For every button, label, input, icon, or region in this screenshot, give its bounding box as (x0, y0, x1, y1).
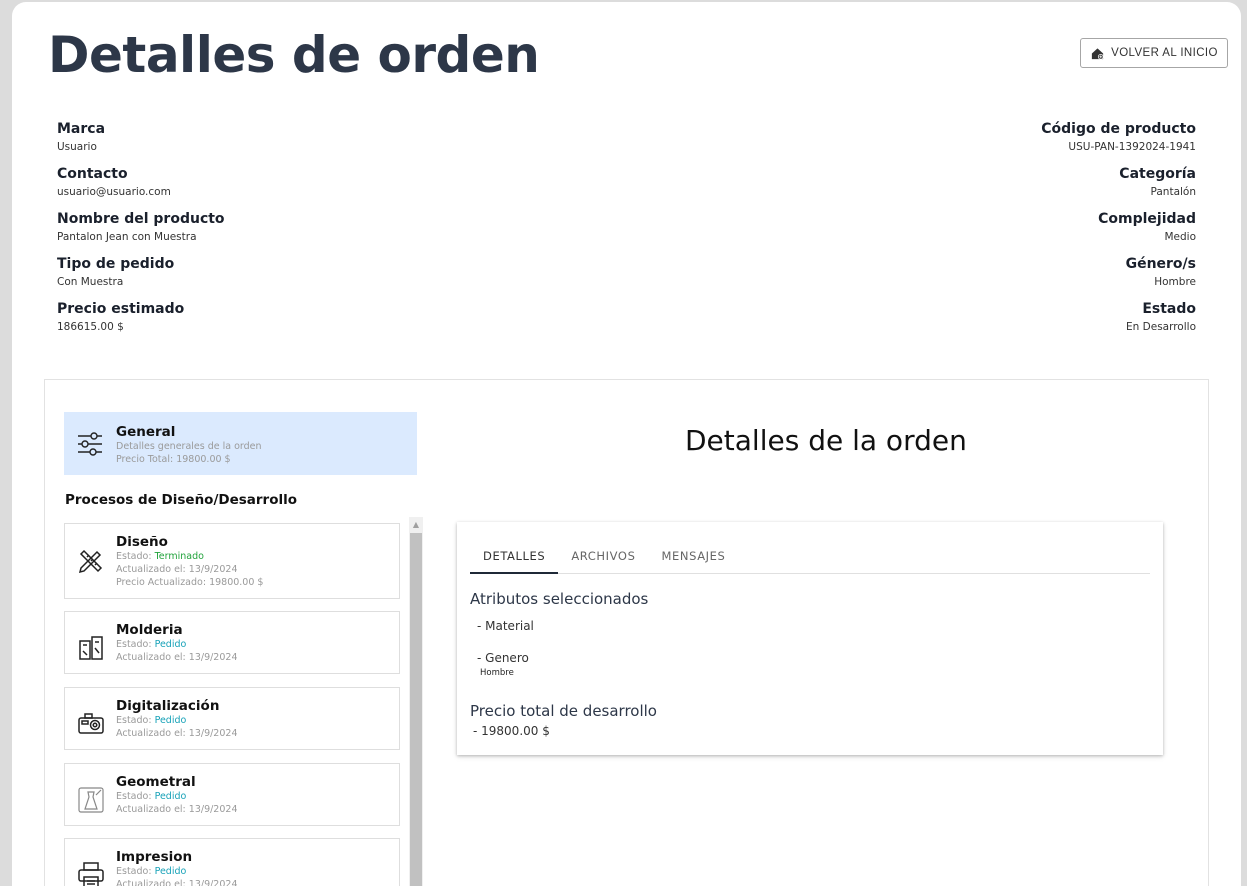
general-subtitle: Detalles generales de la orden (116, 441, 262, 452)
field-generos: Género/s Hombre (1041, 255, 1196, 300)
field-value: Hombre (1154, 276, 1196, 288)
field-codigo-producto: Código de producto USU-PAN-1392024-1941 (1041, 120, 1196, 165)
process-updated: Actualizado el: 13/9/2024 (116, 652, 238, 663)
process-title: Geometral (116, 774, 196, 790)
process-list-scrollbar[interactable]: ▲ (409, 517, 423, 886)
field-label: Complejidad (1098, 211, 1196, 227)
process-item-diseno[interactable]: Diseño Estado: Terminado Actualizado el:… (64, 523, 400, 599)
field-label: Nombre del producto (57, 211, 225, 227)
process-title: Diseño (116, 534, 168, 550)
status-badge: Pedido (154, 791, 187, 802)
field-label: Categoría (1119, 166, 1196, 182)
field-label: Código de producto (1041, 121, 1196, 137)
attribute-genero-value: Hombre (480, 668, 514, 678)
process-updated: Actualizado el: 13/9/2024 (116, 728, 238, 739)
processes-heading: Procesos de Diseño/Desarrollo (65, 492, 298, 508)
status-label: Estado: (116, 639, 155, 650)
status-label: Estado: (116, 715, 155, 726)
field-label: Tipo de pedido (57, 256, 175, 272)
sliders-icon (78, 432, 102, 456)
field-label: Contacto (57, 166, 128, 182)
process-title: Molderia (116, 622, 183, 638)
field-label: Estado (1142, 301, 1196, 317)
scroll-up-arrow-icon[interactable]: ▲ (409, 517, 423, 531)
field-value: Pantalón (1150, 186, 1197, 198)
process-price: Precio Actualizado: 19800.00 $ (116, 577, 264, 588)
scrollbar-thumb[interactable] (410, 533, 422, 886)
field-label: Marca (57, 121, 106, 137)
order-info-right: Código de producto USU-PAN-1392024-1941 … (1041, 120, 1196, 345)
status-label: Estado: (116, 551, 155, 562)
process-item-impresion[interactable]: Impresion Estado: Pedido Actualizado el:… (64, 838, 400, 886)
status-label: Estado: (116, 866, 155, 877)
field-value: Con Muestra (57, 276, 124, 288)
general-price: Precio Total: 19800.00 $ (116, 454, 231, 465)
process-item-digitalizacion[interactable]: Digitalización Estado: Pedido Actualizad… (64, 687, 400, 750)
process-status: Estado: Pedido (116, 865, 238, 878)
pencil-ruler-icon (78, 549, 103, 574)
tab-mensajes[interactable]: MENSAJES (648, 540, 738, 574)
status-badge: Pedido (154, 639, 187, 650)
field-complejidad: Complejidad Medio (1041, 210, 1196, 255)
detail-tabs: DETALLES ARCHIVOS MENSAJES (470, 540, 1150, 574)
field-value: 186615.00 $ (57, 321, 124, 333)
tab-detalles[interactable]: DETALLES (470, 540, 559, 574)
digitizer-icon (78, 713, 104, 734)
general-title: General (116, 424, 176, 440)
pattern-pieces-icon (79, 636, 103, 660)
status-badge: Pedido (154, 715, 187, 726)
attribute-material: - Material (477, 619, 534, 633)
field-label: Precio estimado (57, 301, 185, 317)
status-label: Estado: (116, 791, 155, 802)
detail-heading: Detalles de la orden (685, 424, 967, 457)
general-item[interactable]: General Detalles generales de la orden P… (64, 412, 417, 475)
price-value: - 19800.00 $ (473, 724, 550, 738)
field-label: Género/s (1125, 256, 1196, 272)
process-updated: Actualizado el: 13/9/2024 (116, 564, 238, 575)
field-value: Pantalon Jean con Muestra (57, 231, 197, 243)
field-estado: Estado En Desarrollo (1041, 300, 1196, 345)
order-panel: General Detalles generales de la orden P… (44, 379, 1209, 886)
attributes-heading: Atributos seleccionados (470, 590, 649, 608)
field-contacto: Contacto usuario@usuario.com (57, 165, 225, 210)
process-status: Estado: Pedido (116, 638, 238, 651)
process-status: Estado: Terminado (116, 550, 263, 563)
order-info-left: Marca Usuario Contacto usuario@usuario.c… (57, 120, 225, 345)
tab-archivos[interactable]: ARCHIVOS (558, 540, 648, 574)
price-heading: Precio total de desarrollo (470, 702, 657, 720)
process-title: Digitalización (116, 698, 220, 714)
field-value: usuario@usuario.com (57, 186, 171, 198)
printer-icon (78, 862, 104, 886)
dress-sketch-icon (78, 787, 104, 813)
process-title: Impresion (116, 849, 193, 865)
field-value: Usuario (57, 141, 97, 153)
field-value: En Desarrollo (1126, 321, 1196, 333)
process-updated: Actualizado el: 13/9/2024 (116, 804, 238, 815)
detail-card: DETALLES ARCHIVOS MENSAJES Atributos sel… (457, 522, 1163, 755)
field-tipo-pedido: Tipo de pedido Con Muestra (57, 255, 225, 300)
field-marca: Marca Usuario (57, 120, 225, 165)
field-nombre-producto: Nombre del producto Pantalon Jean con Mu… (57, 210, 225, 255)
process-item-molderia[interactable]: Molderia Estado: Pedido Actualizado el: … (64, 611, 400, 674)
process-updated: Actualizado el: 13/9/2024 (116, 879, 238, 886)
status-badge: Terminado (154, 551, 204, 562)
field-precio-estimado: Precio estimado 186615.00 $ (57, 300, 225, 345)
back-button-label: VOLVER AL INICIO (1111, 47, 1218, 59)
back-to-home-button[interactable]: VOLVER AL INICIO (1080, 38, 1228, 68)
field-value: Medio (1164, 231, 1196, 243)
attribute-genero: - Genero (477, 651, 529, 665)
process-item-geometral[interactable]: Geometral Estado: Pedido Actualizado el:… (64, 763, 400, 826)
process-status: Estado: Pedido (116, 714, 238, 727)
status-badge: Pedido (154, 866, 187, 877)
field-value: USU-PAN-1392024-1941 (1068, 141, 1196, 153)
process-status: Estado: Pedido (116, 790, 238, 803)
process-list: Diseño Estado: Terminado Actualizado el:… (64, 523, 401, 886)
home-icon (1092, 47, 1104, 60)
field-categoria: Categoría Pantalón (1041, 165, 1196, 210)
page-title: Detalles de orden (48, 26, 540, 84)
page-container: Detalles de orden VOLVER AL INICIO Marca… (12, 2, 1241, 886)
